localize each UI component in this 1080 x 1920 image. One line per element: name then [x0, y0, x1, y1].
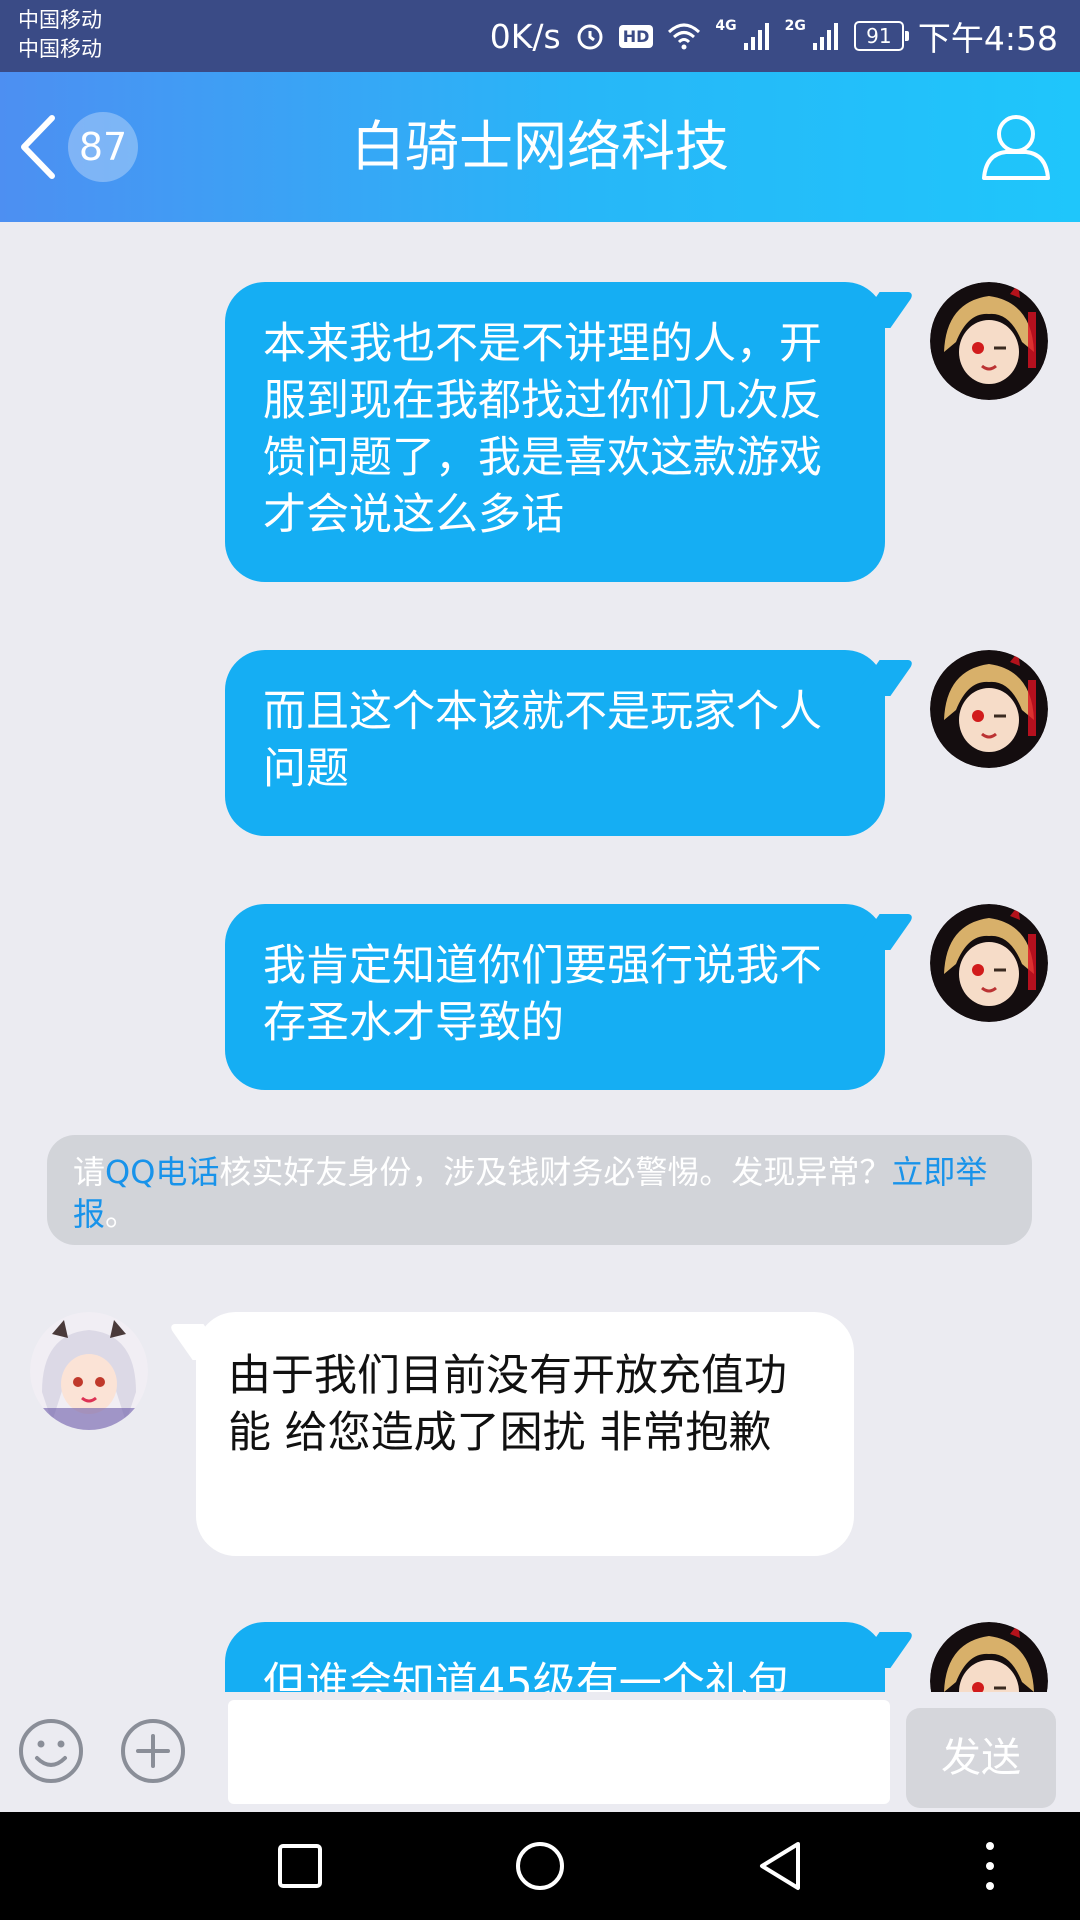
smiley-icon [19, 1719, 83, 1783]
more-vertical-icon[interactable] [958, 1834, 1022, 1898]
message-list[interactable]: 本来我也不是不讲理的人，开服到现在我都找过你们几次反馈问题了，我是喜欢这款游戏才… [0, 222, 1080, 1692]
outgoing-message-bubble[interactable]: 本来我也不是不讲理的人，开服到现在我都找过你们几次反馈问题了，我是喜欢这款游戏才… [225, 282, 885, 582]
avatar-anime-girl-icon [930, 904, 1048, 1022]
person-icon [982, 115, 1050, 180]
message-text: 我肯定知道你们要强行说我不存圣水才导致的 [263, 941, 822, 1048]
hd-voice-badge: HD [618, 24, 654, 48]
profile-button[interactable] [978, 108, 1054, 184]
home-icon[interactable] [508, 1834, 572, 1898]
status-indicators: 0K/s HD 4G 2G 91 下午4:58 [490, 0, 1058, 72]
chat-title: 白骑士网络科技 [351, 115, 729, 178]
signal-icon-2 [812, 23, 838, 50]
outgoing-message-bubble[interactable]: 我肯定知道你们要强行说我不存圣水才导致的 [225, 904, 885, 1090]
carrier-label-1: 中国移动 [18, 8, 102, 32]
avatar-anime-girl-icon [930, 1622, 1048, 1692]
carrier-info: 中国移动 中国移动 [18, 6, 102, 64]
network-type-4g: 4G [715, 18, 737, 34]
my-avatar[interactable] [930, 904, 1048, 1022]
carrier-label-2: 中国移动 [18, 37, 102, 61]
signal-icon [743, 23, 769, 50]
network-type-2g: 2G [784, 18, 806, 34]
message-text: 但谁会知道45级有一个礼包 [263, 1659, 791, 1692]
outgoing-message-bubble[interactable]: 但谁会知道45级有一个礼包 [225, 1622, 885, 1692]
message-input-bar: 发送 [0, 1692, 1080, 1812]
my-avatar[interactable] [930, 650, 1048, 768]
outgoing-message-bubble[interactable]: 而且这个本该就不是玩家个人问题 [225, 650, 885, 836]
message-text: 由于我们目前没有开放充值功能 给您造成了困扰 非常抱歉 [228, 1351, 787, 1458]
avatar-anime-girl-icon [930, 282, 1048, 400]
message-text: 本来我也不是不讲理的人，开服到现在我都找过你们几次反馈问题了，我是喜欢这款游戏才… [263, 319, 822, 540]
incoming-message-bubble[interactable]: 由于我们目前没有开放充值功能 给您造成了困扰 非常抱歉 [196, 1312, 854, 1556]
system-navigation-bar [0, 1812, 1080, 1920]
chat-header: 87 白骑士网络科技 [0, 72, 1080, 222]
my-avatar[interactable] [930, 1622, 1048, 1692]
alarm-icon [577, 24, 603, 50]
my-avatar[interactable] [930, 282, 1048, 400]
network-speed: 0K/s [489, 16, 561, 56]
avatar-anime-girl-icon [930, 650, 1048, 768]
message-text: 而且这个本该就不是玩家个人问题 [263, 687, 822, 794]
notice-prefix: 请 [73, 1153, 106, 1191]
recent-apps-icon[interactable] [268, 1834, 332, 1898]
wifi-icon [668, 23, 701, 50]
notice-text: 核实好友身份，涉及钱财务必警惕。发现异常？ [219, 1153, 892, 1191]
status-bar: 中国移动 中国移动 0K/s HD 4G 2G 91 下午4:58 [0, 0, 1080, 72]
contact-avatar[interactable] [30, 1312, 148, 1430]
send-button[interactable]: 发送 [906, 1708, 1056, 1808]
clock: 下午4:58 [917, 19, 1058, 58]
plus-circle-icon [121, 1719, 185, 1783]
battery-icon: 91 [853, 21, 909, 51]
back-triangle-icon[interactable] [748, 1834, 812, 1898]
qq-call-link[interactable]: QQ电话 [105, 1153, 219, 1191]
message-input[interactable] [228, 1700, 890, 1804]
emoji-button[interactable] [16, 1716, 86, 1786]
more-options-button[interactable] [118, 1716, 188, 1786]
notice-suffix: 。 [105, 1195, 138, 1233]
avatar-silver-hair-girl-icon [30, 1312, 148, 1430]
security-notice: 请QQ电话核实好友身份，涉及钱财务必警惕。发现异常？立即举报。 [47, 1135, 1032, 1245]
